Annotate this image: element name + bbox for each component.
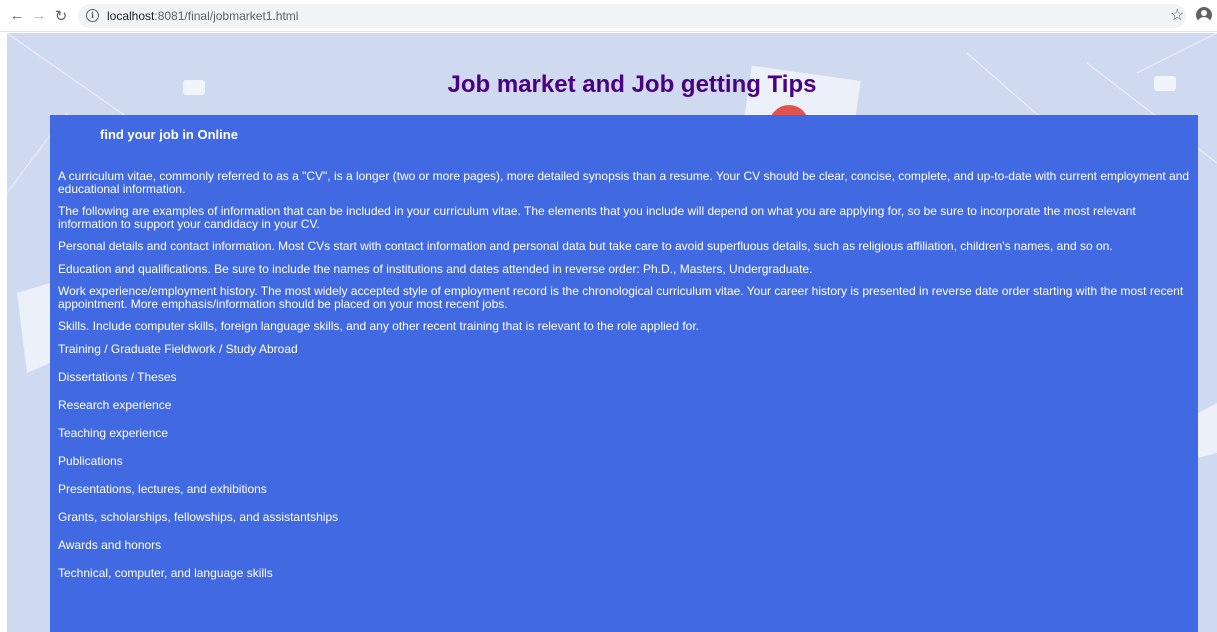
address-bar[interactable]: i localhost:8081/final/jobmarket1.html	[78, 3, 1186, 28]
list-item: Training / Graduate Fieldwork / Study Ab…	[58, 341, 298, 356]
section-subtitle: find your job in Online	[100, 127, 238, 142]
cv-sections-list: Training / Graduate Fieldwork / Study Ab…	[58, 341, 1190, 595]
page-title: Job market and Job getting Tips	[447, 71, 817, 98]
list-item: Technical, computer, and language skills	[58, 565, 273, 580]
list-item: Publications	[58, 453, 123, 468]
paragraph-education: Education and qualifications. Be sure to…	[58, 261, 813, 276]
list-item: Dissertations / Theses	[58, 369, 177, 384]
url-host: localhost	[107, 8, 155, 23]
list-item: Teaching experience	[58, 425, 169, 440]
list-item: Grants, scholarships, fellowships, and a…	[58, 509, 339, 524]
forward-arrow-icon[interactable]: →	[28, 5, 50, 27]
content-panel: find your job in Online A curriculum vit…	[50, 115, 1198, 632]
url-path: :8081/final/jobmarket1.html	[154, 8, 299, 23]
paragraph-skills: Skills. Include computer skills, foreign…	[58, 319, 700, 333]
paragraph-personal-details: Personal details and contact information…	[58, 239, 1113, 253]
cv-info: A curriculum vitae, commonly referred to…	[58, 170, 1190, 595]
reload-icon[interactable]: ↻	[50, 5, 72, 27]
list-item: Research experience	[58, 397, 172, 412]
list-item: Presentations, lectures, and exhibitions	[58, 481, 267, 496]
account-circle-icon[interactable]	[1196, 7, 1212, 23]
paragraph-cv-definition: A curriculum vitae, commonly referred to…	[58, 169, 1190, 196]
back-arrow-icon[interactable]: ←	[6, 5, 28, 27]
page-viewport[interactable]: Job market and Job getting Tips find you…	[7, 33, 1217, 632]
paragraph-cv-examples: The following are examples of informatio…	[58, 204, 1136, 231]
list-item: Awards and honors	[58, 537, 162, 552]
info-icon[interactable]: i	[86, 9, 99, 22]
star-icon[interactable]: ☆	[1170, 5, 1184, 25]
paragraph-work-experience: Work experience/employment history. The …	[58, 284, 1184, 311]
browser-toolbar: ← → ↻ i localhost:8081/final/jobmarket1.…	[0, 0, 1217, 32]
